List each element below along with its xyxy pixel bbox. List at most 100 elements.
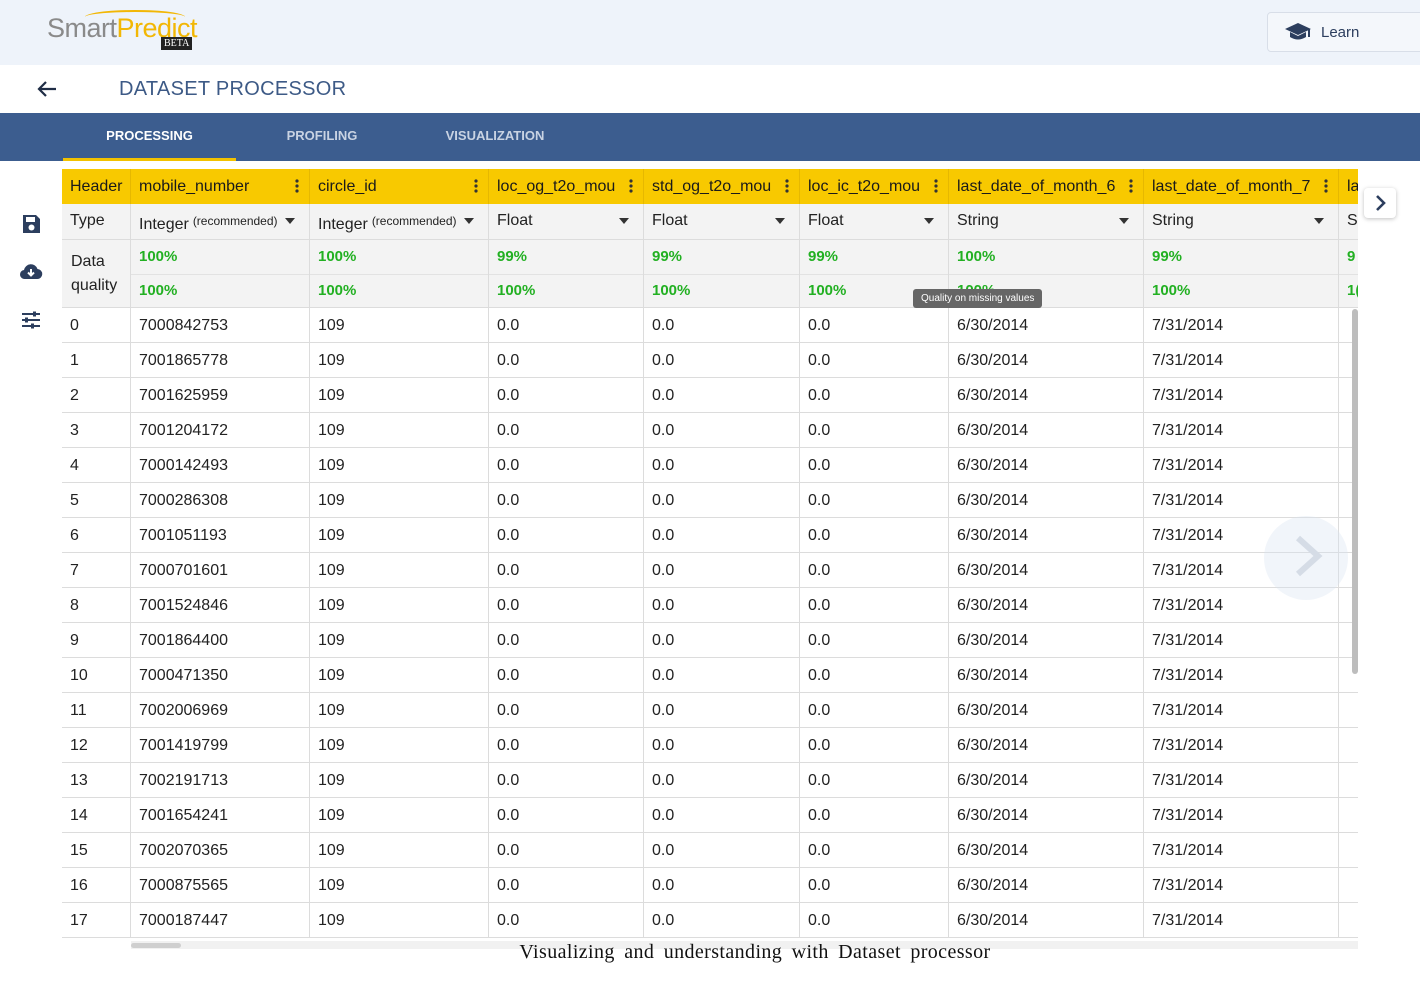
cell-loc-og-t2o-mou: 0.0 [489,553,644,587]
cell-mobile-number: 7002070365 [131,833,310,867]
dropdown-caret-icon[interactable] [1119,218,1129,224]
vertical-scrollbar[interactable] [1352,309,1358,674]
row-index: 17 [62,903,131,937]
column-menu-icon[interactable] [474,179,478,193]
type-select-std-og-t2o-mou[interactable]: Float [644,204,800,239]
cell-circle-id: 109 [310,693,489,727]
dropdown-caret-icon[interactable] [1314,218,1324,224]
type-select-last-date-of-month-6[interactable]: String [949,204,1144,239]
data-quality-1-la[interactable]: 9 [1339,240,1358,274]
row-index: 4 [62,448,131,482]
column-header-std-og-t2o-mou[interactable]: std_og_t2o_mou [644,169,800,204]
table-row: 11 7002006969 109 0.0 0.0 0.0 6/30/2014 7/31/20… [62,693,1358,728]
data-quality-2-la[interactable]: 1( [1339,274,1358,308]
back-arrow-icon[interactable] [36,78,58,100]
data-quality-2-std-og-t2o-mou[interactable]: 100% [644,274,800,308]
data-quality-1-std-og-t2o-mou[interactable]: 99% [644,240,800,274]
column-header-circle-id[interactable]: circle_id [310,169,489,204]
column-menu-icon[interactable] [1324,179,1328,193]
cell-last-date-of-month-7: 7/31/2014 [1144,658,1339,692]
cell-last-date-of-month-6: 6/30/2014 [949,693,1144,727]
data-quality-1-loc-ic-t2o-mou[interactable]: 99% [800,240,949,274]
cell-last-date-of-month-7: 7/31/2014 [1144,728,1339,762]
cell-la [1339,763,1358,797]
type-select-mobile-number[interactable]: Integer (recommended) [131,204,310,239]
cell-last-date-of-month-6: 6/30/2014 [949,623,1144,657]
column-menu-icon[interactable] [629,179,633,193]
cell-mobile-number: 7000187447 [131,903,310,937]
data-quality-2-last-date-of-month-7[interactable]: 100% [1144,274,1339,308]
table-row: 1 7001865778 109 0.0 0.0 0.0 6/30/2014 7/31/201… [62,343,1358,378]
data-quality-1-circle-id[interactable]: 100% [310,240,489,274]
cell-la [1339,903,1358,937]
type-select-loc-og-t2o-mou[interactable]: Float [489,204,644,239]
data-quality-1-last-date-of-month-7[interactable]: 99% [1144,240,1339,274]
column-menu-icon[interactable] [934,179,938,193]
learn-button[interactable]: Learn [1267,12,1420,52]
save-icon[interactable] [19,212,43,236]
expand-panel-button[interactable] [1364,188,1396,218]
cell-std-og-t2o-mou: 0.0 [644,483,800,517]
column-header-last-date-of-month-7[interactable]: last_date_of_month_7 [1144,169,1339,204]
next-page-button[interactable] [1264,516,1348,600]
cell-mobile-number: 7000842753 [131,308,310,342]
column-menu-icon[interactable] [295,179,299,193]
data-grid: Header mobile_number circle_id loc_og_t2o_… [62,169,1358,949]
type-value: String [1152,212,1194,229]
column-header-last-date-of-month-6[interactable]: last_date_of_month_6 [949,169,1144,204]
cell-loc-og-t2o-mou: 0.0 [489,833,644,867]
cell-mobile-number: 7000142493 [131,448,310,482]
cell-std-og-t2o-mou: 0.0 [644,448,800,482]
cell-loc-ic-t2o-mou: 0.0 [800,378,949,412]
dropdown-caret-icon[interactable] [619,218,629,224]
dropdown-caret-icon[interactable] [464,218,474,224]
data-quality-1-last-date-of-month-6[interactable]: 100% [949,240,1144,274]
top-bar: SmartPredict BETA Learn [0,0,1420,65]
data-quality-2-circle-id[interactable]: 100% [310,274,489,308]
data-quality-1-mobile-number[interactable]: 100% [131,240,310,274]
column-header-la[interactable]: la [1339,169,1358,204]
title-bar: DATASET PROCESSOR [0,65,1420,113]
column-menu-icon[interactable] [785,179,789,193]
tab-processing[interactable]: PROCESSING [63,113,236,161]
cell-circle-id: 109 [310,448,489,482]
cell-circle-id: 109 [310,588,489,622]
cloud-download-icon[interactable] [19,260,43,284]
data-quality-2-mobile-number[interactable]: 100% [131,274,310,308]
column-menu-icon[interactable] [1129,179,1133,193]
column-name: std_og_t2o_mou [652,178,772,195]
type-select-circle-id[interactable]: Integer (recommended) [310,204,489,239]
column-name: la [1347,178,1358,195]
table-row: 8 7001524846 109 0.0 0.0 0.0 6/30/2014 7/31/201… [62,588,1358,623]
data-quality-1-loc-og-t2o-mou[interactable]: 99% [489,240,644,274]
column-name: last_date_of_month_6 [957,178,1116,195]
type-select-la[interactable]: S [1339,204,1358,239]
cell-la [1339,798,1358,832]
type-select-last-date-of-month-7[interactable]: String [1144,204,1339,239]
dropdown-caret-icon[interactable] [775,218,785,224]
recommended-tag: (recommended) [192,214,278,228]
type-select-loc-ic-t2o-mou[interactable]: Float [800,204,949,239]
dropdown-caret-icon[interactable] [924,218,934,224]
column-header-loc-og-t2o-mou[interactable]: loc_og_t2o_mou [489,169,644,204]
tab-visualization[interactable]: VISUALIZATION [408,113,582,161]
dropdown-caret-icon[interactable] [285,218,295,224]
row-index: 12 [62,728,131,762]
cell-std-og-t2o-mou: 0.0 [644,728,800,762]
cell-last-date-of-month-6: 6/30/2014 [949,763,1144,797]
cell-std-og-t2o-mou: 0.0 [644,763,800,797]
tune-icon[interactable] [19,308,43,332]
column-header-mobile-number[interactable]: mobile_number [131,169,310,204]
table-row: 7 7000701601 109 0.0 0.0 0.0 6/30/2014 7/31/201… [62,553,1358,588]
tab-profiling[interactable]: PROFILING [236,113,408,161]
column-header-loc-ic-t2o-mou[interactable]: loc_ic_t2o_mou [800,169,949,204]
cell-std-og-t2o-mou: 0.0 [644,343,800,377]
data-quality-2-loc-og-t2o-mou[interactable]: 100% [489,274,644,308]
type-row: Type Integer (recommended) Integer (recomme… [62,204,1358,240]
cell-last-date-of-month-6: 6/30/2014 [949,378,1144,412]
smartpredict-logo[interactable]: SmartPredict BETA [47,10,198,50]
cell-std-og-t2o-mou: 0.0 [644,518,800,552]
type-value: Integer [318,216,368,233]
cell-la [1339,728,1358,762]
row-index: 6 [62,518,131,552]
